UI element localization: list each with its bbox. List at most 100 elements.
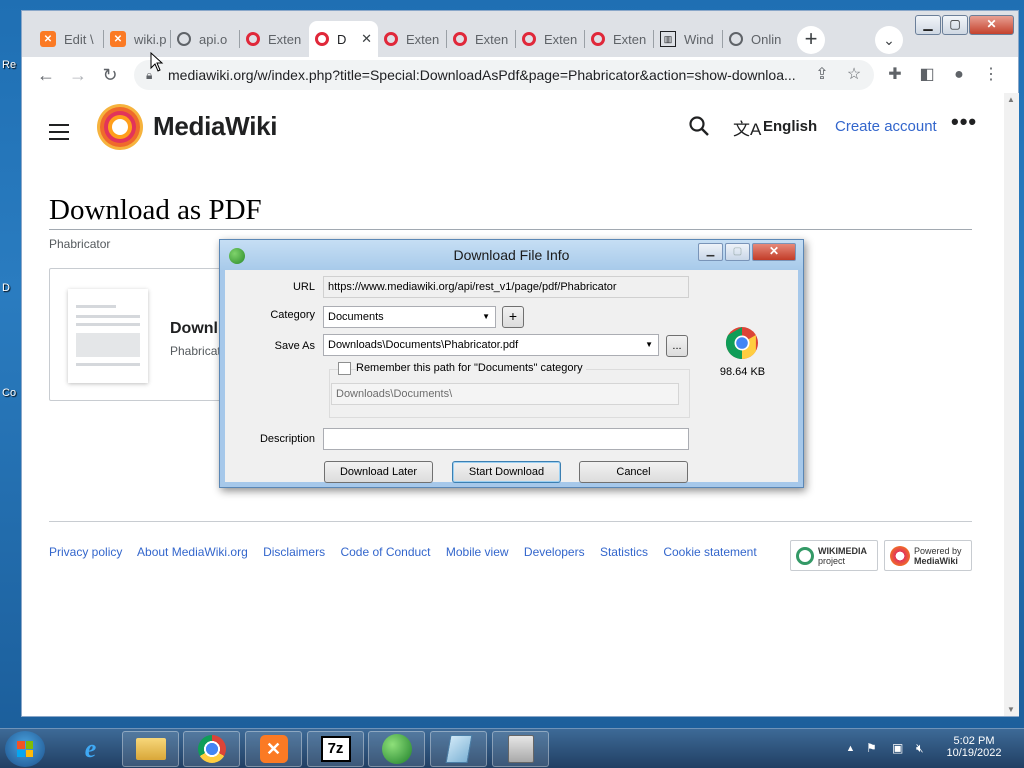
tab[interactable]: Exten <box>378 21 447 57</box>
dialog-close-button[interactable]: ✕ <box>752 243 796 261</box>
site-name[interactable]: MediaWiki <box>153 111 278 142</box>
clock[interactable]: 5:02 PM 10/19/2022 <box>940 735 1008 759</box>
footer-link-statistics[interactable]: Statistics <box>600 545 648 559</box>
footer-link-about[interactable]: About MediaWiki.org <box>137 545 248 559</box>
cancel-button[interactable]: Cancel <box>579 461 688 483</box>
tab[interactable]: ✕ Edit \ <box>34 21 104 57</box>
browser-toolbar: ← → ↻ 🔒︎ mediawiki.org/w/index.php?title… <box>22 57 1018 93</box>
minimize-button[interactable]: ▁ <box>915 15 941 35</box>
xampp-icon: ✕ <box>40 31 56 47</box>
browse-button[interactable]: ... <box>666 335 688 357</box>
chrome-icon <box>725 327 758 360</box>
footer-link-cookies[interactable]: Cookie statement <box>663 545 756 559</box>
new-tab-button[interactable]: + <box>797 26 825 54</box>
remember-path-checkbox[interactable] <box>338 362 351 375</box>
hamburger-menu-icon[interactable] <box>49 119 69 145</box>
start-button[interactable] <box>5 731 45 767</box>
wikimedia-badge[interactable]: WIKIMEDIA project <box>790 540 878 571</box>
tab-search-icon[interactable]: ⌄ <box>875 26 903 54</box>
create-account-link[interactable]: Create account <box>835 118 937 135</box>
maximize-button[interactable]: ▢ <box>942 15 968 35</box>
reload-icon[interactable]: ↻ <box>97 62 123 88</box>
menu-kebab-icon[interactable]: ⋮ <box>980 64 1002 86</box>
close-tab-icon[interactable]: ✕ <box>357 31 372 47</box>
network-icon[interactable]: ▣ <box>892 741 903 755</box>
desktop-icon-label[interactable]: D <box>2 282 10 294</box>
idm-icon[interactable] <box>368 731 425 767</box>
badge-text: WIKIMEDIA <box>818 545 867 556</box>
card-subtitle: Phabricat <box>170 344 221 358</box>
desktop-icon-label[interactable]: Re <box>2 59 16 71</box>
tab-label: D <box>337 31 347 47</box>
tab[interactable]: ▥ Wind <box>654 21 723 57</box>
save-as-value: Downloads\Documents\Phabricator.pdf <box>328 339 519 351</box>
category-path-field: Downloads\Documents\ <box>331 383 679 405</box>
tab[interactable]: Exten <box>447 21 516 57</box>
dropdown-arrow-icon: ▼ <box>482 312 490 321</box>
address-bar[interactable]: 🔒︎ mediawiki.org/w/index.php?title=Speci… <box>134 60 874 90</box>
notepad-icon[interactable] <box>430 731 487 767</box>
tab-label: Exten <box>544 31 578 47</box>
share-icon[interactable]: ⇪ <box>811 64 833 86</box>
tab-active[interactable]: D ✕ <box>309 21 378 57</box>
footer-link-mobile[interactable]: Mobile view <box>446 545 509 559</box>
extensions-icon[interactable]: ✚ <box>884 64 906 86</box>
add-category-button[interactable]: + <box>502 306 524 328</box>
download-later-button[interactable]: Download Later <box>324 461 433 483</box>
close-window-button[interactable]: ✕ <box>969 15 1014 35</box>
mediawiki-flower-icon <box>890 545 910 566</box>
save-as-label: Save As <box>274 340 315 352</box>
tab[interactable]: Exten <box>516 21 585 57</box>
tab-label: Exten <box>613 31 647 47</box>
start-download-button[interactable]: Start Download <box>452 461 561 483</box>
mediawiki-logo[interactable] <box>95 102 145 152</box>
url-label: URL <box>292 281 315 293</box>
language-icon[interactable]: 文A <box>733 115 761 140</box>
forward-icon[interactable]: → <box>65 62 91 88</box>
footer-link-conduct[interactable]: Code of Conduct <box>340 545 430 559</box>
remember-path-label[interactable]: Remember this path for "Documents" categ… <box>356 362 586 374</box>
side-panel-icon[interactable]: ◧ <box>916 64 938 86</box>
action-center-flag-icon[interactable]: ⚑ <box>866 741 877 755</box>
tab[interactable]: Exten <box>585 21 654 57</box>
chrome-icon[interactable] <box>183 731 240 767</box>
archive-icon[interactable] <box>492 731 549 767</box>
url-field[interactable]: https://www.mediawiki.org/api/rest_v1/pa… <box>323 276 689 298</box>
file-size: 98.64 KB <box>719 366 766 378</box>
7zip-icon[interactable]: 7z <box>307 731 364 767</box>
footer-divider <box>49 521 972 522</box>
mouse-cursor-icon <box>150 52 164 72</box>
description-label: Description <box>259 433 315 445</box>
search-icon[interactable] <box>688 115 710 137</box>
download-file-info-dialog: Download File Info ▁ ▢ ✕ URL https://www… <box>219 239 804 488</box>
dialog-titlebar[interactable]: Download File Info ▁ ▢ ✕ <box>220 240 803 270</box>
tab-label: Exten <box>268 31 302 47</box>
more-options-icon[interactable]: ••• <box>951 109 977 135</box>
save-as-select[interactable]: Downloads\Documents\Phabricator.pdf ▼ <box>323 334 659 356</box>
footer-link-disclaimers[interactable]: Disclaimers <box>263 545 325 559</box>
footer-link-developers[interactable]: Developers <box>524 545 585 559</box>
desktop-icon-label[interactable]: Co <box>2 387 16 399</box>
explorer-icon[interactable] <box>122 731 179 767</box>
tab[interactable]: api.o <box>171 21 240 57</box>
powered-by-mediawiki-badge[interactable]: Powered by MediaWiki <box>884 540 972 571</box>
language-button[interactable]: English <box>763 118 817 135</box>
dialog-minimize-button[interactable]: ▁ <box>698 243 723 261</box>
badge-text: project <box>818 555 846 566</box>
ie-icon[interactable]: e <box>62 731 119 767</box>
dialog-body: URL https://www.mediawiki.org/api/rest_v… <box>225 270 798 483</box>
tray-expand-icon[interactable]: ▲ <box>846 743 855 753</box>
tab[interactable]: Onlin <box>723 21 789 57</box>
bookmark-star-icon[interactable]: ☆ <box>843 64 865 86</box>
xampp-icon[interactable]: ✕ <box>245 731 302 767</box>
profile-icon[interactable]: ● <box>948 64 970 86</box>
vertical-scrollbar[interactable]: ▲ ▼ <box>1004 93 1019 716</box>
tab-label: api.o <box>199 31 228 47</box>
footer-link-privacy[interactable]: Privacy policy <box>49 545 122 559</box>
page-title: Download as PDF <box>49 194 262 226</box>
tab[interactable]: Exten <box>240 21 309 57</box>
category-select[interactable]: Documents ▼ <box>323 306 496 328</box>
description-input[interactable] <box>323 428 689 450</box>
volume-muted-icon[interactable]: 🔇︎ <box>916 741 924 756</box>
back-icon[interactable]: ← <box>33 62 59 88</box>
